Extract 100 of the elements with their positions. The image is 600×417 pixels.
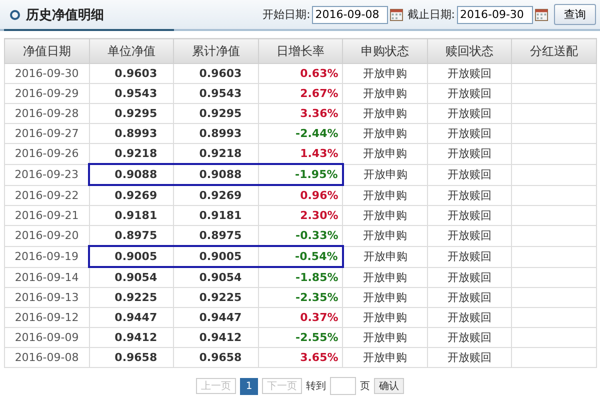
table-cell: 开放赎回 bbox=[427, 185, 512, 206]
calendar-icon[interactable] bbox=[390, 8, 404, 21]
table-cell: 0.9088 bbox=[174, 164, 258, 185]
column-header: 单位净值 bbox=[89, 38, 174, 64]
table-cell: 开放赎回 bbox=[427, 64, 512, 84]
table-cell: 2.30% bbox=[258, 206, 343, 226]
table-cell: 0.9658 bbox=[89, 348, 174, 368]
table-cell: 0.9088 bbox=[89, 164, 174, 185]
table-cell: -2.35% bbox=[258, 288, 343, 308]
table-cell: 开放赎回 bbox=[427, 246, 512, 267]
table-cell: 0.96% bbox=[258, 185, 343, 206]
table-cell: 0.9543 bbox=[89, 84, 174, 104]
table-cell: 0.9005 bbox=[174, 246, 258, 267]
page-input[interactable] bbox=[330, 377, 356, 395]
table-cell: 开放申购 bbox=[342, 206, 428, 226]
table-cell: 2016-09-23 bbox=[4, 164, 90, 185]
table-cell: 开放申购 bbox=[342, 267, 428, 288]
table-cell: 0.9181 bbox=[89, 206, 174, 226]
table-cell: 2016-09-27 bbox=[4, 124, 90, 144]
table-cell: 开放赎回 bbox=[427, 206, 512, 226]
table-cell: 0.9269 bbox=[89, 185, 174, 206]
table-cell: -0.54% bbox=[258, 246, 343, 267]
table-cell: 0.9447 bbox=[89, 308, 174, 328]
table-cell: 2016-09-19 bbox=[4, 246, 90, 267]
confirm-button[interactable]: 确认 bbox=[374, 378, 404, 394]
table-cell: 2016-09-08 bbox=[4, 348, 90, 368]
table-cell: 0.8993 bbox=[174, 124, 258, 144]
table-cell: 开放赎回 bbox=[427, 328, 512, 348]
table-cell: 2016-09-14 bbox=[4, 267, 90, 288]
table-cell: 开放赎回 bbox=[427, 104, 512, 124]
table-cell: 0.37% bbox=[258, 308, 343, 328]
table-cell: 2016-09-09 bbox=[4, 328, 90, 348]
table-cell: 开放申购 bbox=[342, 328, 428, 348]
table-cell: 开放赎回 bbox=[427, 288, 512, 308]
table-cell: 2016-09-30 bbox=[4, 64, 90, 84]
table-cell: 3.65% bbox=[258, 348, 343, 368]
table-cell: 0.9269 bbox=[174, 185, 258, 206]
table-cell: 开放申购 bbox=[342, 144, 428, 164]
table-cell: 0.9603 bbox=[89, 64, 174, 84]
table-cell: 0.9543 bbox=[174, 84, 258, 104]
table-cell: 开放申购 bbox=[342, 288, 428, 308]
table-cell: 开放申购 bbox=[342, 104, 428, 124]
table-cell: 0.9005 bbox=[89, 246, 174, 267]
date-label: 截止日期: bbox=[407, 7, 455, 22]
table-cell: 开放申购 bbox=[342, 308, 428, 328]
table-cell: 0.9412 bbox=[174, 328, 258, 348]
table-cell: 开放赎回 bbox=[427, 164, 512, 185]
table-cell: 0.9295 bbox=[174, 104, 258, 124]
table-cell: 2016-09-29 bbox=[4, 84, 90, 104]
table-cell: 0.63% bbox=[258, 64, 343, 84]
panel-title: 历史净值明细 bbox=[26, 6, 104, 24]
search-button[interactable]: 查询 bbox=[554, 4, 596, 25]
table-cell: 2.67% bbox=[258, 84, 343, 104]
table-cell: 0.9603 bbox=[174, 64, 258, 84]
table-cell: 2016-09-28 bbox=[4, 104, 90, 124]
table-cell: 开放申购 bbox=[342, 164, 428, 185]
table-cell: 开放申购 bbox=[342, 84, 428, 104]
table-cell: 0.9295 bbox=[89, 104, 174, 124]
table-cell: 2016-09-21 bbox=[4, 206, 90, 226]
table-cell: 0.9054 bbox=[89, 267, 174, 288]
goto-label: 转到 bbox=[306, 380, 326, 393]
table-cell: 3.36% bbox=[258, 104, 343, 124]
table-cell: 0.8993 bbox=[89, 124, 174, 144]
table-cell: 0.9225 bbox=[89, 288, 174, 308]
table-cell: -1.95% bbox=[258, 164, 343, 185]
table-cell: 开放申购 bbox=[342, 348, 428, 368]
table-cell: 0.9181 bbox=[174, 206, 258, 226]
table-cell: 0.9412 bbox=[89, 328, 174, 348]
table-cell: 开放申购 bbox=[342, 64, 428, 84]
table-cell: 2016-09-26 bbox=[4, 144, 90, 164]
column-header: 申购状态 bbox=[342, 38, 428, 64]
table-cell: -2.44% bbox=[258, 124, 343, 144]
date-field[interactable]: 2016-09-08 bbox=[312, 6, 388, 24]
circle-icon bbox=[10, 10, 20, 20]
table-cell: 开放赎回 bbox=[427, 308, 512, 328]
table-cell: -1.85% bbox=[258, 267, 343, 288]
table-cell: 开放申购 bbox=[342, 226, 428, 246]
page-button[interactable]: 1 bbox=[240, 378, 258, 394]
table-cell: 2016-09-22 bbox=[4, 185, 90, 206]
column-header: 净值日期 bbox=[4, 38, 90, 64]
table-cell: 0.9447 bbox=[174, 308, 258, 328]
page-unit-label: 页 bbox=[360, 380, 370, 393]
table-cell: -2.55% bbox=[258, 328, 343, 348]
table-cell: 2016-09-12 bbox=[4, 308, 90, 328]
table-cell: 0.9658 bbox=[174, 348, 258, 368]
table-cell: 开放申购 bbox=[342, 185, 428, 206]
table-cell: 开放赎回 bbox=[427, 144, 512, 164]
table-cell: 开放赎回 bbox=[427, 124, 512, 144]
table-cell: 开放赎回 bbox=[427, 348, 512, 368]
calendar-icon[interactable] bbox=[535, 8, 548, 21]
table-cell: 2016-09-20 bbox=[4, 226, 90, 246]
table-cell: 2016-09-13 bbox=[4, 288, 90, 308]
date-label: 开始日期: bbox=[262, 7, 310, 22]
table-cell: 开放申购 bbox=[342, 124, 428, 144]
table-cell: 开放赎回 bbox=[427, 84, 512, 104]
date-field[interactable]: 2016-09-30 bbox=[457, 6, 533, 24]
table-cell: 0.9054 bbox=[174, 267, 258, 288]
column-header: 赎回状态 bbox=[427, 38, 512, 64]
column-header: 累计净值 bbox=[174, 38, 258, 64]
column-header: 分红送配 bbox=[512, 38, 596, 64]
